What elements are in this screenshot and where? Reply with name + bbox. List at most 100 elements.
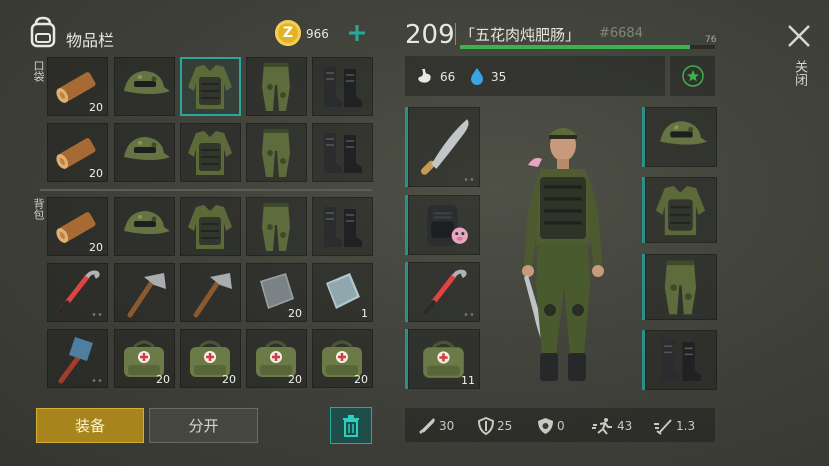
item-count: 20 [222,373,236,386]
backpack-slot[interactable]: 20 [246,263,307,322]
camo-pants-icon [645,254,717,320]
trash-icon [343,414,359,437]
plus-icon [349,25,365,41]
equipment-slot[interactable]: 11 [405,329,480,389]
xp-bar-fill [460,45,690,49]
add-coins-button[interactable] [346,22,368,44]
backpack-slot[interactable] [180,263,241,322]
pocket-slot[interactable] [180,57,241,116]
item-count: 1 [361,307,368,320]
boots-icon [312,57,373,116]
coin-icon: Z [275,20,301,46]
pocket-slot[interactable] [246,123,307,182]
header-divider [455,23,456,45]
camo-vest-icon [180,57,241,116]
backpack-slot[interactable]: 20 [180,329,241,388]
swift-sword-icon [654,419,672,435]
hatchet-icon [180,263,241,322]
camo-cap-icon [114,57,175,116]
attack-stat: 30 [418,410,454,442]
sword-icon [419,418,435,434]
backpack-slot[interactable] [114,263,175,322]
backpack-slot[interactable] [47,329,108,388]
player-id: #6684 [599,26,643,41]
split-button[interactable]: 分开 [149,408,258,443]
camo-cap-icon [114,123,175,182]
stomach-icon [415,67,433,89]
camo-vest-icon [180,197,241,256]
pocket-slot[interactable] [114,123,175,182]
item-count: 20 [89,101,103,114]
hunger-value: 66 [440,70,456,84]
equip-button[interactable]: 装备 [36,408,144,443]
backpack-slot[interactable] [312,197,373,256]
durability-dots [463,178,475,181]
camo-cap-icon [114,197,175,256]
equipment-slot[interactable] [405,262,480,322]
favorite-button[interactable] [670,56,715,96]
pocket-slot[interactable]: 20 [47,123,108,182]
speed-value: 43 [617,419,633,433]
delete-button[interactable] [330,407,372,444]
player-level: 209 [405,20,455,50]
pocket-slot[interactable] [312,123,373,182]
pocket-label: 口袋 [32,60,45,82]
equipment-slot[interactable] [642,107,717,167]
item-count: 20 [89,167,103,180]
star-badge-icon [681,65,704,87]
pocket-slot[interactable] [246,57,307,116]
coin-count: 966 [306,27,329,41]
equipment-slot[interactable] [405,195,480,255]
backpack-slot[interactable]: 20 [312,329,373,388]
backpack-slot[interactable] [47,263,108,322]
backpack-slot[interactable] [114,197,175,256]
equipment-slot[interactable] [642,330,717,390]
inventory-title: 物品栏 [66,31,115,50]
item-count: 20 [156,373,170,386]
shield-icon [478,417,494,435]
xp-value: 76 [705,35,717,45]
pocket-slot[interactable] [312,57,373,116]
hatchet-icon [114,263,175,322]
backpack-slot[interactable]: 20 [114,329,175,388]
radiation-stat: 0 [537,410,565,442]
backpack-slot[interactable]: 1 [312,263,373,322]
boots-icon [645,330,717,390]
backpack-slot[interactable]: 20 [246,329,307,388]
backpack-icon [408,195,480,255]
pocket-slot[interactable] [180,123,241,182]
equipment-slot[interactable] [642,177,717,243]
camo-pants-icon [246,57,307,116]
durability-dots [463,313,475,316]
boots-icon [312,197,373,256]
durability-dots [91,313,103,316]
player-name: 「五花肉炖肥肠」 [460,26,581,44]
machete-icon [408,107,480,187]
close-label[interactable]: 关闭 [790,60,809,86]
attack-value: 30 [439,419,455,433]
pocket-slot[interactable]: 20 [47,57,108,116]
equipment-slot[interactable] [642,254,717,320]
backpack-icon [28,16,58,48]
pocket-slot[interactable] [114,57,175,116]
section-divider [40,189,372,191]
character-model[interactable] [500,115,630,395]
backpack-slot[interactable]: 20 [47,197,108,256]
equipment-slot[interactable] [405,107,480,187]
item-count: 11 [461,374,475,387]
camo-vest-icon [180,123,241,182]
item-count: 20 [288,307,302,320]
backpack-slot[interactable] [180,197,241,256]
boots-icon [312,123,373,182]
defense-value: 25 [497,419,513,433]
weapon-speed-value: 1.3 [676,419,696,433]
camo-vest-icon [645,177,717,243]
radiation-value: 0 [557,419,565,433]
backpack-label: 背包 [32,198,45,220]
item-count: 20 [288,373,302,386]
thirst-value: 35 [491,70,507,84]
backpack-slot[interactable] [246,197,307,256]
close-button[interactable] [785,22,813,50]
running-icon [592,418,612,435]
item-count: 20 [354,373,368,386]
